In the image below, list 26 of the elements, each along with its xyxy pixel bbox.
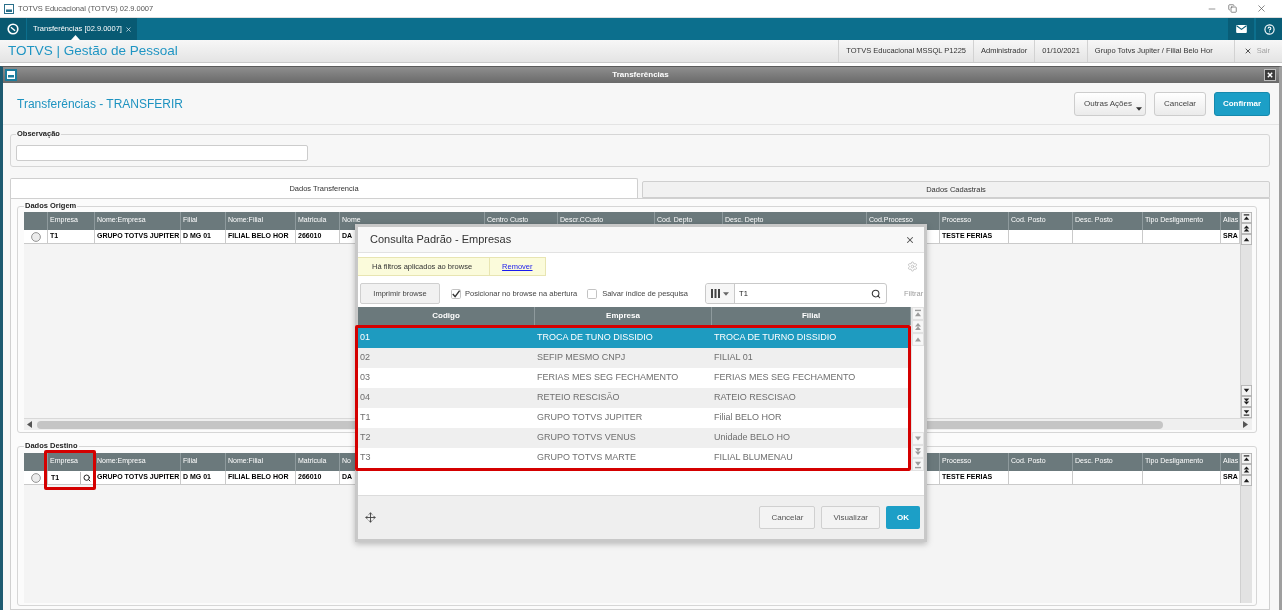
table-cell-text: Filial BELO HOR — [713, 411, 783, 425]
table-cell-text: FILIAL 01 — [713, 351, 754, 365]
table-cell-text: TROCA DE TUNO DISSIDIO — [536, 331, 654, 345]
table-cell-text: T3 — [359, 451, 372, 465]
table-cell-text: Unidade BELO HO — [713, 431, 792, 445]
page-heading: Transferências - TRANSFERIR — [17, 95, 184, 113]
table-cell-text: T2 — [359, 431, 372, 445]
app-title: TOTVS | Gestão de Pessoal — [8, 41, 178, 60]
table-cell-text: FERIAS MES SEG FECHAMENTO — [536, 371, 680, 385]
window-title: Transferências — [612, 69, 669, 81]
table-cell-text: 03 — [359, 371, 371, 385]
table-cell-text: 04 — [359, 391, 371, 405]
table-cell-text: FILIAL BLUMENAU — [713, 451, 794, 465]
table-cell-text: GRUPO TOTVS VENUS — [536, 431, 637, 445]
column-header: Codigo — [358, 307, 535, 325]
table-cell-text: SEFIP MESMO CNPJ — [536, 351, 627, 365]
column-header: Empresa — [535, 307, 712, 325]
table-cell-text: FERIAS MES SEG FECHAMENTO — [713, 371, 857, 385]
table-cell-text: 01 — [359, 331, 371, 345]
table-cell-text: 02 — [359, 351, 371, 365]
table-cell-text: RATEIO RESCISAO — [713, 391, 797, 405]
table-cell-text: GRUPO TOTVS JUPITER — [536, 411, 644, 425]
table-cell-text: RETEIO RESCISÃO — [536, 391, 621, 405]
table-cell-text: T1 — [359, 411, 372, 425]
table-cell-text: TROCA DE TURNO DISSIDIO — [713, 331, 838, 345]
table-cell-text: GRUPO TOTVS MARTE — [536, 451, 638, 465]
